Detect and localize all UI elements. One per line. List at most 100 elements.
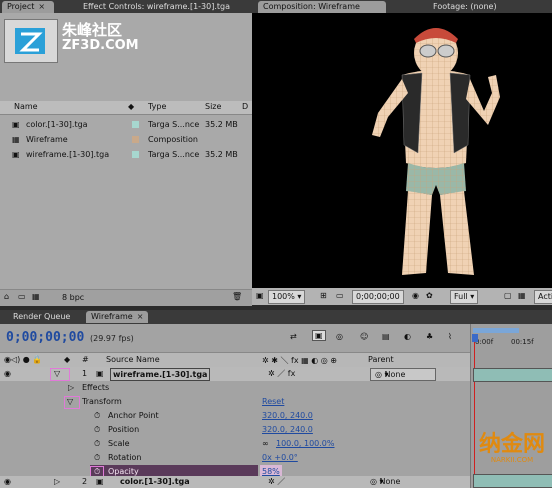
property-row[interactable]: ⏱ Rotation 0x +0.0° [0, 451, 470, 465]
timeline-timecode[interactable]: 0;00;00;00 [6, 330, 84, 345]
column-source-name[interactable]: Source Name [106, 355, 160, 364]
label-column-icon: ◆ [64, 355, 71, 364]
hide-shy-icon[interactable]: ☺ [360, 332, 368, 341]
item-type: Composition [148, 135, 198, 144]
comp-mini-flowchart-icon[interactable]: ⇄ [290, 332, 297, 341]
layer-name[interactable]: wireframe.[1-30].tga [110, 368, 211, 381]
active-camera-label: Acti [538, 292, 552, 301]
tab-render-queue[interactable]: Render Queue [8, 311, 75, 323]
property-name: Rotation [108, 453, 142, 462]
column-parent[interactable]: Parent [368, 355, 394, 364]
label-column-icon[interactable]: ◆ [128, 102, 134, 111]
layer-switches[interactable]: ✲ ／ fx [268, 367, 295, 381]
motion-blur-icon[interactable]: ◐ [404, 332, 411, 341]
tab-effect-controls[interactable]: Effect Controls: wireframe.[1-30].tga [78, 1, 256, 13]
video-visibility-icon[interactable]: ◉ [4, 476, 11, 488]
column-size[interactable]: Size [205, 102, 221, 111]
twirl-down-icon[interactable]: ▽ [67, 395, 73, 409]
reset-link[interactable]: Reset [262, 395, 284, 409]
trash-icon[interactable]: 🗑 [232, 292, 242, 301]
ruler-mark-label: 00:15f [511, 338, 534, 346]
parent-dropdown[interactable]: ◎ None ▾ [370, 368, 436, 381]
label-swatch[interactable] [132, 151, 139, 158]
footage-icon: ▣ [12, 150, 20, 159]
video-visibility-icon[interactable]: ◉ [4, 367, 11, 381]
interpret-footage-icon[interactable]: ⌂ [4, 292, 9, 301]
property-value[interactable]: 100.0, 100.0% [276, 437, 335, 451]
column-d[interactable]: D [242, 102, 248, 111]
property-value[interactable]: 0x +0.0° [262, 451, 298, 465]
project-panel: 朱峰社区 ZF3D.COM Name ◆ Type Size D ▣ color… [0, 13, 252, 306]
property-value[interactable]: 320.0, 240.0 [262, 423, 313, 437]
close-icon[interactable]: × [38, 2, 45, 11]
property-row[interactable]: ⏱ Position 320.0, 240.0 [0, 423, 470, 437]
project-item[interactable]: ▦ Wireframe Composition [0, 132, 252, 147]
resolution-dropdown[interactable]: Full ▾ [450, 290, 479, 304]
composition-icon: ▦ [12, 135, 20, 144]
property-name: Anchor Point [108, 411, 159, 420]
property-row[interactable]: ⏱ Anchor Point 320.0, 240.0 [0, 409, 470, 423]
layer-switches[interactable]: ✲ ／ [268, 476, 285, 488]
tab-composition[interactable]: Composition: Wireframe [258, 1, 386, 13]
corner-watermark-sub: NARKII.COM [490, 456, 534, 464]
bit-depth-button[interactable]: 8 bpc [62, 293, 84, 302]
timeline-track-area[interactable]: 0:00f 00:15f 纳金网 NARKII.COM [470, 324, 552, 488]
tab-wireframe[interactable]: Wireframe × [86, 311, 149, 323]
layer-bar[interactable] [473, 368, 552, 382]
transparency-grid-icon[interactable]: ▦ [518, 291, 526, 300]
composition-viewer[interactable] [252, 13, 552, 305]
work-area-bar[interactable] [473, 328, 519, 333]
region-of-interest-icon[interactable]: ▢ [504, 291, 512, 300]
column-type[interactable]: Type [148, 102, 166, 111]
current-time-display[interactable]: 0;00;00;00 [352, 290, 404, 304]
layer-row[interactable]: ◉ ▷ 2 ▣ color.[1-30].tga ✲ ／ ◎ None ▾ [0, 476, 470, 488]
show-channel-icon[interactable]: ✿ [426, 291, 433, 300]
tab-footage[interactable]: Footage: (none) [428, 1, 518, 13]
effects-group[interactable]: ▷ Effects [0, 381, 470, 395]
label-swatch[interactable] [132, 136, 139, 143]
stopwatch-icon[interactable]: ⏱ [94, 437, 100, 451]
project-item[interactable]: ▣ wireframe.[1-30].tga Targa S...nce 35.… [0, 147, 252, 162]
column-name[interactable]: Name [14, 102, 38, 111]
property-value[interactable]: 320.0, 240.0 [262, 409, 313, 423]
live-update-icon[interactable]: ▣ [312, 330, 326, 341]
stopwatch-icon[interactable]: ⏱ [94, 451, 100, 465]
draft-3d-icon[interactable]: ◎ [336, 332, 343, 341]
grid-icon[interactable]: ⊞ [320, 291, 327, 300]
title-safe-icon[interactable]: ▭ [336, 291, 344, 300]
brainstorm-icon[interactable]: ♣ [426, 332, 433, 341]
twirl-right-icon[interactable]: ▷ [54, 476, 60, 488]
active-camera-dropdown[interactable]: Acti [534, 290, 552, 304]
tab-project[interactable]: Project × [2, 1, 54, 13]
zoom-dropdown[interactable]: 100% ▾ [268, 290, 306, 304]
constrain-proportions-icon[interactable]: ∞ [262, 437, 269, 451]
footage-icon: ▣ [12, 120, 20, 129]
new-comp-icon[interactable]: ▦ [32, 292, 40, 301]
project-item[interactable]: ▣ color.[1-30].tga Targa S...nce 35.2 MB [0, 117, 252, 132]
frame-blending-icon[interactable]: ▤ [382, 332, 390, 341]
layer-bar[interactable] [473, 474, 552, 488]
always-preview-icon[interactable]: ▣ [256, 291, 264, 300]
twirl-right-icon[interactable]: ▷ [68, 381, 74, 395]
current-time-indicator[interactable] [472, 334, 478, 342]
transform-label: Transform [82, 397, 122, 406]
wireframe-character-image [372, 28, 500, 275]
parent-dropdown[interactable]: ◎ None ▾ [370, 476, 400, 488]
label-swatch[interactable] [132, 121, 139, 128]
parent-value: None [379, 477, 401, 486]
graph-editor-icon[interactable]: ⌇ [448, 332, 452, 341]
new-folder-icon[interactable]: ▭ [18, 292, 26, 301]
stopwatch-icon[interactable]: ⏱ [94, 423, 100, 437]
property-row[interactable]: ⏱ Scale ∞ 100.0, 100.0% [0, 437, 470, 451]
tab-composition-label: Composition: Wireframe [263, 2, 360, 11]
transform-group[interactable]: ▽ Transform Reset [0, 395, 470, 409]
item-type: Targa S...nce [148, 120, 200, 129]
close-icon[interactable]: × [137, 312, 144, 321]
layer-row[interactable]: ◉ ▽ 1 ▣ wireframe.[1-30].tga ✲ ／ fx ◎ No… [0, 367, 470, 381]
stopwatch-icon[interactable]: ⏱ [94, 409, 100, 423]
layer-name[interactable]: color.[1-30].tga [120, 476, 190, 488]
playhead-line [474, 342, 475, 488]
snapshot-icon[interactable]: ◉ [412, 291, 419, 300]
twirl-down-icon[interactable]: ▽ [54, 367, 60, 381]
property-name: Scale [108, 439, 130, 448]
